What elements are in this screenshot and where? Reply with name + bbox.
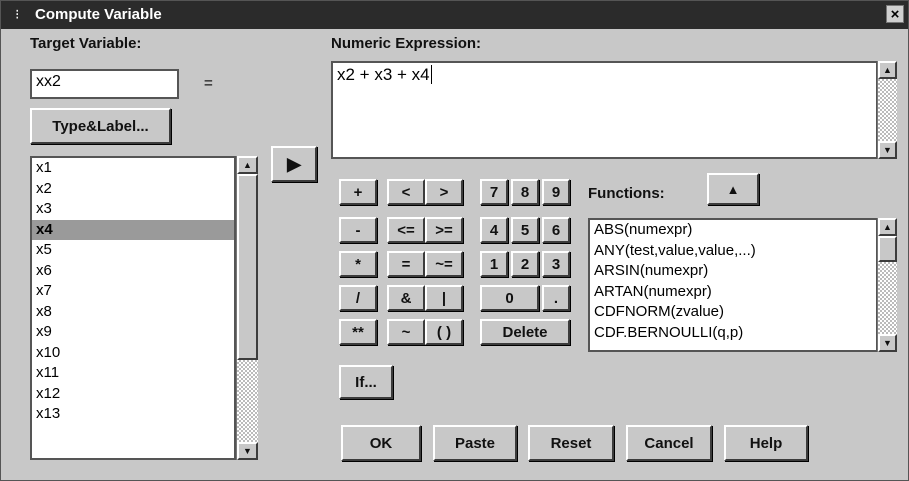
calc-4-button[interactable]: 4 <box>480 217 508 243</box>
scroll-down-icon[interactable]: ▼ <box>237 442 258 460</box>
calc-minus-button[interactable]: - <box>339 217 377 243</box>
calc-6-button[interactable]: 6 <box>542 217 570 243</box>
scroll-up-icon[interactable]: ▲ <box>878 218 897 236</box>
calc-parentheses-button[interactable]: ( ) <box>425 319 463 345</box>
calc-not-button[interactable]: ~ <box>387 319 425 345</box>
variable-list-item[interactable]: x8 <box>32 302 234 323</box>
ok-button[interactable]: OK <box>341 425 421 461</box>
calc-7-button[interactable]: 7 <box>480 179 508 205</box>
calc-or-button[interactable]: | <box>425 285 463 311</box>
if-button[interactable]: If... <box>339 365 393 399</box>
target-variable-input[interactable]: xx2 <box>30 69 179 99</box>
variable-list-item[interactable]: x7 <box>32 281 234 302</box>
function-list-item[interactable]: ARSIN(numexpr) <box>590 261 876 282</box>
scroll-down-icon[interactable]: ▼ <box>878 141 897 159</box>
calc-greater-equal-button[interactable]: >= <box>425 217 463 243</box>
numeric-expression-input[interactable]: x2 + x3 + x4 <box>331 61 878 159</box>
variable-list-item[interactable]: x3 <box>32 199 234 220</box>
calc-3-button[interactable]: 3 <box>542 251 570 277</box>
scroll-up-icon[interactable]: ▲ <box>237 156 258 174</box>
calc-less-equal-button[interactable]: <= <box>387 217 425 243</box>
function-list-item[interactable]: ABS(numexpr) <box>590 220 876 241</box>
calc-multiply-button[interactable]: * <box>339 251 377 277</box>
scroll-up-icon[interactable]: ▲ <box>878 61 897 79</box>
variable-list-item[interactable]: x13 <box>32 404 234 425</box>
calc-not-equal-button[interactable]: ~= <box>425 251 463 277</box>
target-variable-label: Target Variable: <box>30 35 142 52</box>
variable-list-scrollbar[interactable]: ▲ ▼ <box>236 156 258 460</box>
calc-power-button[interactable]: ** <box>339 319 377 345</box>
calc-0-button[interactable]: 0 <box>480 285 539 311</box>
functions-scrollbar[interactable]: ▲ ▼ <box>877 218 897 352</box>
calc-greater-than-button[interactable]: > <box>425 179 463 205</box>
help-button[interactable]: Help <box>724 425 808 461</box>
calc-plus-button[interactable]: + <box>339 179 377 205</box>
variable-list-item[interactable]: x9 <box>32 322 234 343</box>
numeric-expression-label: Numeric Expression: <box>331 35 482 52</box>
function-list-item[interactable]: ANY(test,value,value,...) <box>590 241 876 262</box>
variable-list-item[interactable]: x4 <box>32 219 234 240</box>
reset-button[interactable]: Reset <box>528 425 614 461</box>
close-icon[interactable]: × <box>886 5 904 23</box>
function-list-item[interactable]: CDFNORM(zvalue) <box>590 302 876 323</box>
function-items: ABS(numexpr) ANY(test,value,value,...) ARS… <box>590 220 876 343</box>
function-insert-button[interactable]: ▲ <box>707 173 759 205</box>
compute-variable-dialog: ⁝ Compute Variable × Target Variable: xx… <box>0 0 909 481</box>
functions-label: Functions: <box>588 185 665 202</box>
scroll-thumb[interactable] <box>237 174 258 360</box>
calc-9-button[interactable]: 9 <box>542 179 570 205</box>
calc-8-button[interactable]: 8 <box>511 179 539 205</box>
scroll-thumb[interactable] <box>878 236 897 262</box>
paste-button[interactable]: Paste <box>433 425 517 461</box>
system-menu-icon[interactable]: ⁝ <box>15 7 29 21</box>
variable-list-item[interactable]: x1 <box>32 158 234 179</box>
calc-and-button[interactable]: & <box>387 285 425 311</box>
calc-5-button[interactable]: 5 <box>511 217 539 243</box>
variable-list-item[interactable]: x11 <box>32 363 234 384</box>
scroll-down-icon[interactable]: ▼ <box>878 334 897 352</box>
expression-scrollbar[interactable]: ▲ ▼ <box>877 61 897 159</box>
transfer-arrow-button[interactable]: ▶ <box>271 146 317 182</box>
function-list-item[interactable]: CDF.BERNOULLI(q,p) <box>590 323 876 344</box>
variable-items: x1 x2 x3 x4 x5 x6 x7 x8 x9 x10 x11 x12 x13 <box>32 158 234 425</box>
calc-equal-button[interactable]: = <box>387 251 425 277</box>
calc-decimal-button[interactable]: . <box>542 285 570 311</box>
variable-list-item[interactable]: x10 <box>32 343 234 364</box>
calc-1-button[interactable]: 1 <box>480 251 508 277</box>
variable-list-item[interactable]: x6 <box>32 261 234 282</box>
numeric-expression-text: x2 + x3 + x4 <box>337 65 430 84</box>
type-label-button[interactable]: Type&Label... <box>30 108 171 144</box>
function-list-item[interactable]: ARTAN(numexpr) <box>590 282 876 303</box>
variable-list-item[interactable]: x12 <box>32 384 234 405</box>
variable-list-item[interactable]: x5 <box>32 240 234 261</box>
text-cursor <box>430 65 432 84</box>
variable-list[interactable]: x1 x2 x3 x4 x5 x6 x7 x8 x9 x10 x11 x12 x13 <box>30 156 236 460</box>
delete-button[interactable]: Delete <box>480 319 570 345</box>
variable-list-item[interactable]: x2 <box>32 179 234 200</box>
functions-list[interactable]: ABS(numexpr) ANY(test,value,value,...) ARS… <box>588 218 878 352</box>
calc-divide-button[interactable]: / <box>339 285 377 311</box>
calc-less-than-button[interactable]: < <box>387 179 425 205</box>
title-bar: ⁝ Compute Variable × <box>1 1 908 29</box>
cancel-button[interactable]: Cancel <box>626 425 712 461</box>
window-title: Compute Variable <box>35 6 162 23</box>
equals-sign: = <box>204 75 213 92</box>
calc-2-button[interactable]: 2 <box>511 251 539 277</box>
